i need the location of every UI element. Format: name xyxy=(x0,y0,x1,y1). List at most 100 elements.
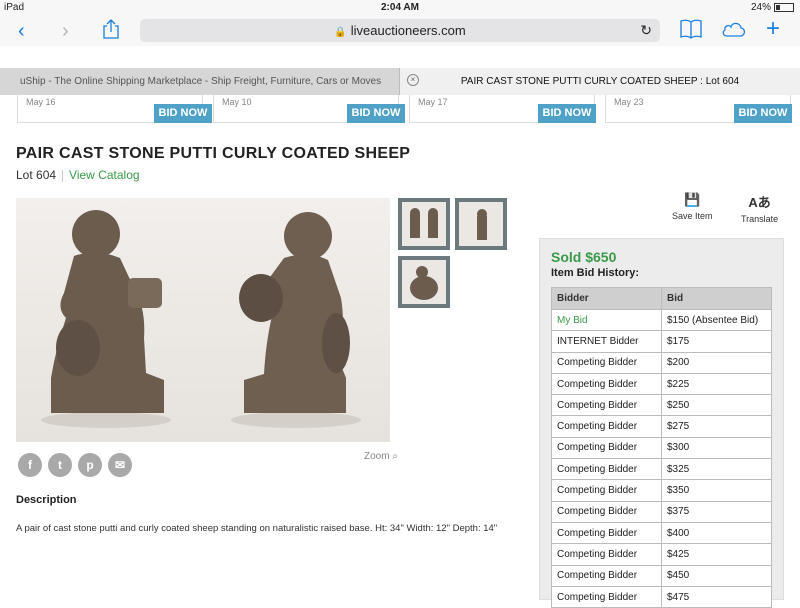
save-item-label: Save Item xyxy=(672,211,713,221)
bid-cell: $450 xyxy=(661,564,772,587)
lot-number: Lot 604 xyxy=(16,168,57,182)
tab-current-lot[interactable]: PAIR CAST STONE PUTTI CURLY COATED SHEEP… xyxy=(400,68,800,95)
bid-now-button[interactable]: BID NOW xyxy=(154,104,212,123)
magnifier-icon: ⌕ xyxy=(392,451,398,462)
bidder-cell: Competing Bidder xyxy=(551,436,662,460)
bidder-cell: Competing Bidder xyxy=(551,458,662,481)
new-tab-icon[interactable]: + xyxy=(766,17,780,41)
battery-icon xyxy=(774,2,794,12)
save-icon: 💾 xyxy=(684,192,701,207)
close-tab-icon[interactable]: × xyxy=(407,74,419,86)
save-item-button[interactable]: 💾 Save Item xyxy=(672,192,713,221)
bidder-cell: Competing Bidder xyxy=(551,521,662,545)
card-date: May 23 xyxy=(614,97,644,107)
column-header-bidder: Bidder xyxy=(551,287,662,310)
reload-icon[interactable]: ↻ xyxy=(640,19,652,42)
bidder-cell: Competing Bidder xyxy=(551,394,662,417)
table-row: My Bid $150 (Absentee Bid) xyxy=(551,308,772,332)
related-lot-card[interactable]: May 23 BID NOW xyxy=(605,95,792,123)
facebook-icon[interactable]: f xyxy=(18,453,42,477)
table-row: INTERNET Bidder $175 xyxy=(551,330,772,353)
url-text: liveauctioneers.com xyxy=(350,23,466,38)
bid-history-panel: Sold $650 Item Bid History: Bidder Bid M… xyxy=(539,238,784,608)
table-row: Competing Bidder $375 xyxy=(551,500,772,523)
description-text: A pair of cast stone putti and curly coa… xyxy=(16,523,498,534)
email-icon[interactable]: ✉ xyxy=(108,453,132,477)
sold-price: Sold $650 xyxy=(551,249,617,265)
zoom-label: Zoom xyxy=(364,451,390,462)
lock-icon: 🔒 xyxy=(334,27,347,38)
share-icon[interactable] xyxy=(102,19,120,44)
bid-history-title: Item Bid History: xyxy=(551,267,640,279)
thumbnail-2[interactable] xyxy=(455,198,507,250)
bidder-cell: My Bid xyxy=(551,308,662,332)
bid-cell: $175 xyxy=(661,330,772,353)
translate-label: Translate xyxy=(741,214,779,224)
related-lot-card[interactable]: May 17 BID NOW xyxy=(409,95,596,123)
card-date: May 10 xyxy=(222,97,252,107)
bid-cell: $425 xyxy=(661,543,772,566)
bid-cell: $325 xyxy=(661,458,772,481)
putti-statues-image xyxy=(41,210,361,428)
bidder-cell: Competing Bidder xyxy=(551,585,662,608)
battery-percent: 24% xyxy=(750,2,771,13)
bidder-cell: Competing Bidder xyxy=(551,543,662,566)
table-row: Competing Bidder $450 xyxy=(551,564,772,587)
lot-info-line: Lot 604 View Catalog xyxy=(16,168,140,182)
bid-cell: $250 xyxy=(661,394,772,417)
browser-toolbar: ‹ › 🔒 liveauctioneers.com ↻ + xyxy=(0,16,800,46)
bid-cell: $225 xyxy=(661,372,772,396)
bid-now-button[interactable]: BID NOW xyxy=(538,104,596,123)
table-row: Competing Bidder $200 xyxy=(551,351,772,374)
related-lot-card[interactable]: May 16 BID NOW xyxy=(17,95,212,123)
back-icon[interactable]: ‹ xyxy=(18,20,25,42)
bidder-cell: Competing Bidder xyxy=(551,564,662,587)
table-row: Competing Bidder $350 xyxy=(551,479,772,502)
bid-cell: $300 xyxy=(661,436,772,460)
twitter-icon[interactable]: t xyxy=(48,453,72,477)
bid-cell: $375 xyxy=(661,500,772,523)
thumbnail-3[interactable] xyxy=(398,256,450,308)
bidder-cell: Competing Bidder xyxy=(551,415,662,438)
divider xyxy=(62,169,64,182)
related-lots-strip: May 16 BID NOW May 10 BID NOW May 17 BID… xyxy=(0,95,800,127)
thumbnail-1[interactable] xyxy=(398,198,450,250)
table-row: Competing Bidder $300 xyxy=(551,436,772,460)
lot-main-image[interactable] xyxy=(16,198,390,442)
bid-now-button[interactable]: BID NOW xyxy=(347,104,405,123)
view-catalog-link[interactable]: View Catalog xyxy=(69,168,140,182)
bidder-cell: Competing Bidder xyxy=(551,500,662,523)
translate-button[interactable]: Aあ Translate xyxy=(741,192,778,224)
table-row: Competing Bidder $400 xyxy=(551,521,772,545)
table-row: Competing Bidder $425 xyxy=(551,543,772,566)
bid-cell: $350 xyxy=(661,479,772,502)
bidder-cell: Competing Bidder xyxy=(551,372,662,396)
pinterest-icon[interactable]: p xyxy=(78,453,102,477)
related-lot-card[interactable]: May 10 BID NOW xyxy=(213,95,405,123)
bid-cell: $200 xyxy=(661,351,772,374)
table-row: Competing Bidder $250 xyxy=(551,394,772,417)
clock: 2:04 AM xyxy=(381,2,419,13)
table-row: Competing Bidder $325 xyxy=(551,458,772,481)
address-bar[interactable]: 🔒 liveauctioneers.com ↻ xyxy=(140,19,660,42)
bid-history-table: Bidder Bid My Bid $150 (Absentee Bid) INT… xyxy=(551,287,772,608)
status-bar: iPad 2:04 AM 24% xyxy=(0,0,800,16)
bidder-cell: INTERNET Bidder xyxy=(551,330,662,353)
bid-cell: $275 xyxy=(661,415,772,438)
card-date: May 16 xyxy=(26,97,56,107)
bid-cell: $400 xyxy=(661,521,772,545)
bid-now-button[interactable]: BID NOW xyxy=(734,104,792,123)
forward-icon[interactable]: › xyxy=(62,20,69,42)
tab-uship[interactable]: uShip - The Online Shipping Marketplace … xyxy=(0,68,400,95)
bid-cell: $475 xyxy=(661,585,772,608)
table-header-row: Bidder Bid xyxy=(551,287,772,310)
bookmarks-icon[interactable] xyxy=(680,19,702,44)
zoom-control[interactable]: Zoom ⌕ xyxy=(364,451,398,462)
description-heading: Description xyxy=(16,494,77,506)
card-date: May 17 xyxy=(418,97,448,107)
column-header-bid: Bid xyxy=(661,287,772,310)
table-row: Competing Bidder $275 xyxy=(551,415,772,438)
translate-icon: Aあ xyxy=(748,195,771,210)
tab-bar: uShip - The Online Shipping Marketplace … xyxy=(0,68,800,95)
cloud-tabs-icon[interactable] xyxy=(720,19,748,44)
